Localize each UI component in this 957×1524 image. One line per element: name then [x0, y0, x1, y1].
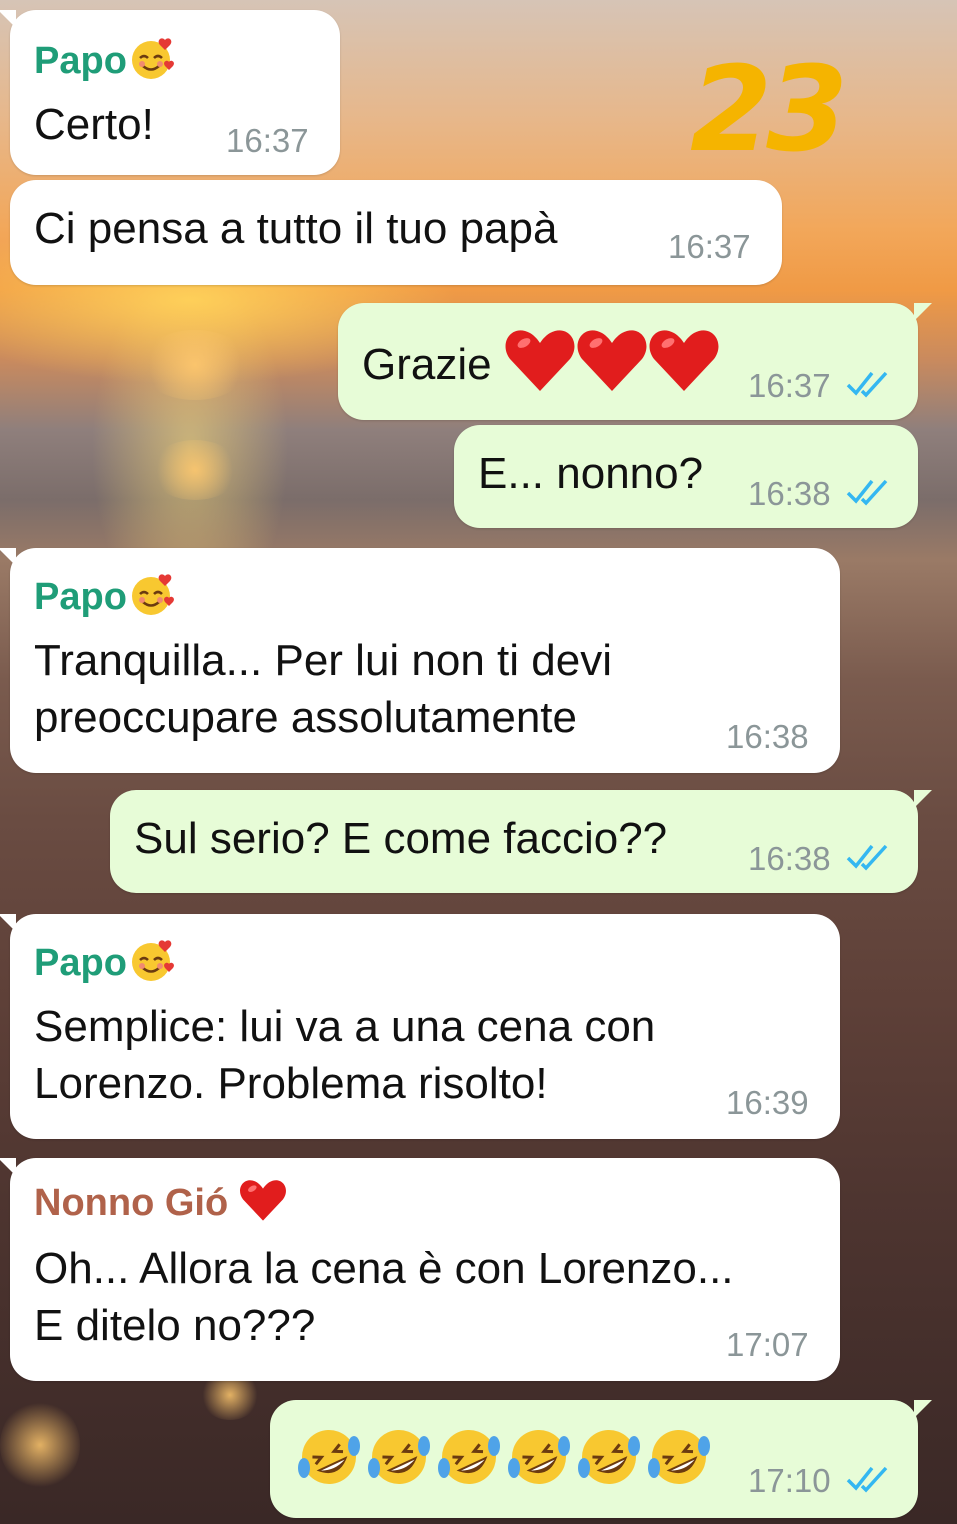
red-heart-icon [504, 327, 576, 408]
red-heart-icon [648, 327, 720, 408]
message-text: Certo! [34, 100, 154, 149]
sunset-glow [0, 1400, 80, 1490]
rolling-on-floor-laughing-icon [364, 1424, 434, 1505]
read-ticks-icon [846, 1466, 888, 1493]
message-bubble-incoming[interactable]: Ci pensa a tutto il tuo papà 16:37 [10, 180, 782, 285]
rolling-on-floor-laughing-icon [294, 1424, 364, 1505]
message-text: Ci pensa a tutto il tuo papà [34, 204, 558, 253]
sunset-glow [150, 440, 240, 500]
message-time: 16:38 [748, 475, 831, 512]
message-time: 16:37 [748, 367, 831, 404]
rolling-on-floor-laughing-icon [434, 1424, 504, 1505]
message-time: 17:07 [726, 1326, 809, 1363]
sender-name: Papo [34, 570, 175, 628]
message-text-line: Semplice: lui va a una cena con [34, 1002, 656, 1051]
message-text-line: Oh... Allora la cena è con Lorenzo... [34, 1244, 734, 1293]
sender-name: Papo [34, 34, 175, 92]
message-bubble-incoming[interactable]: Papo Tranquilla... Per lui non ti devi p… [0, 548, 840, 773]
message-bubble-outgoing[interactable]: E... nonno? 16:38 [454, 425, 918, 528]
read-ticks-icon [846, 844, 888, 871]
message-time: 16:37 [226, 122, 309, 159]
message-time: 17:10 [748, 1462, 831, 1499]
smiling-face-with-hearts-icon [127, 34, 175, 92]
message-time: 16:38 [748, 840, 831, 877]
rolling-on-floor-laughing-icon [644, 1424, 714, 1505]
red-heart-icon [576, 327, 648, 408]
message-bubble-outgoing[interactable]: Sul serio? E come faccio?? 16:38 [110, 790, 932, 893]
read-ticks-icon [846, 479, 888, 506]
message-time: 16:38 [726, 718, 809, 755]
message-text: E... nonno? [478, 449, 704, 498]
message-text-line: preoccupare assolutamente [34, 693, 577, 742]
sender-name: Papo [34, 936, 175, 994]
red-heart-icon [239, 1178, 287, 1232]
message-time: 16:37 [668, 228, 751, 265]
message-time: 16:39 [726, 1084, 809, 1121]
read-ticks-icon [846, 371, 888, 398]
sender-name: Nonno Gió [34, 1178, 287, 1232]
overlay-number: 23 [690, 40, 848, 178]
message-bubble-incoming[interactable]: Papo Certo! 16:37 [0, 10, 340, 175]
rolling-on-floor-laughing-icon [574, 1424, 644, 1505]
message-text-line: Lorenzo. Problema risolto! [34, 1059, 548, 1108]
rolling-on-floor-laughing-icon [504, 1424, 574, 1505]
message-bubble-outgoing[interactable]: Grazie 16:37 [338, 303, 932, 420]
sunset-glow [140, 330, 250, 400]
message-text: Sul serio? E come faccio?? [134, 814, 668, 863]
message-text-line: Tranquilla... Per lui non ti devi [34, 636, 612, 685]
message-bubble-outgoing[interactable]: 17:10 [270, 1400, 932, 1518]
smiling-face-with-hearts-icon [127, 936, 175, 994]
message-bubble-incoming[interactable]: Nonno Gió Oh... Allora la cena è con Lor… [0, 1158, 840, 1381]
message-text: Grazie [362, 327, 720, 408]
message-bubble-incoming[interactable]: Papo Semplice: lui va a una cena con Lor… [0, 914, 840, 1139]
message-emoji-row [294, 1424, 714, 1505]
smiling-face-with-hearts-icon [127, 570, 175, 628]
message-text-line: E ditelo no??? [34, 1301, 316, 1350]
